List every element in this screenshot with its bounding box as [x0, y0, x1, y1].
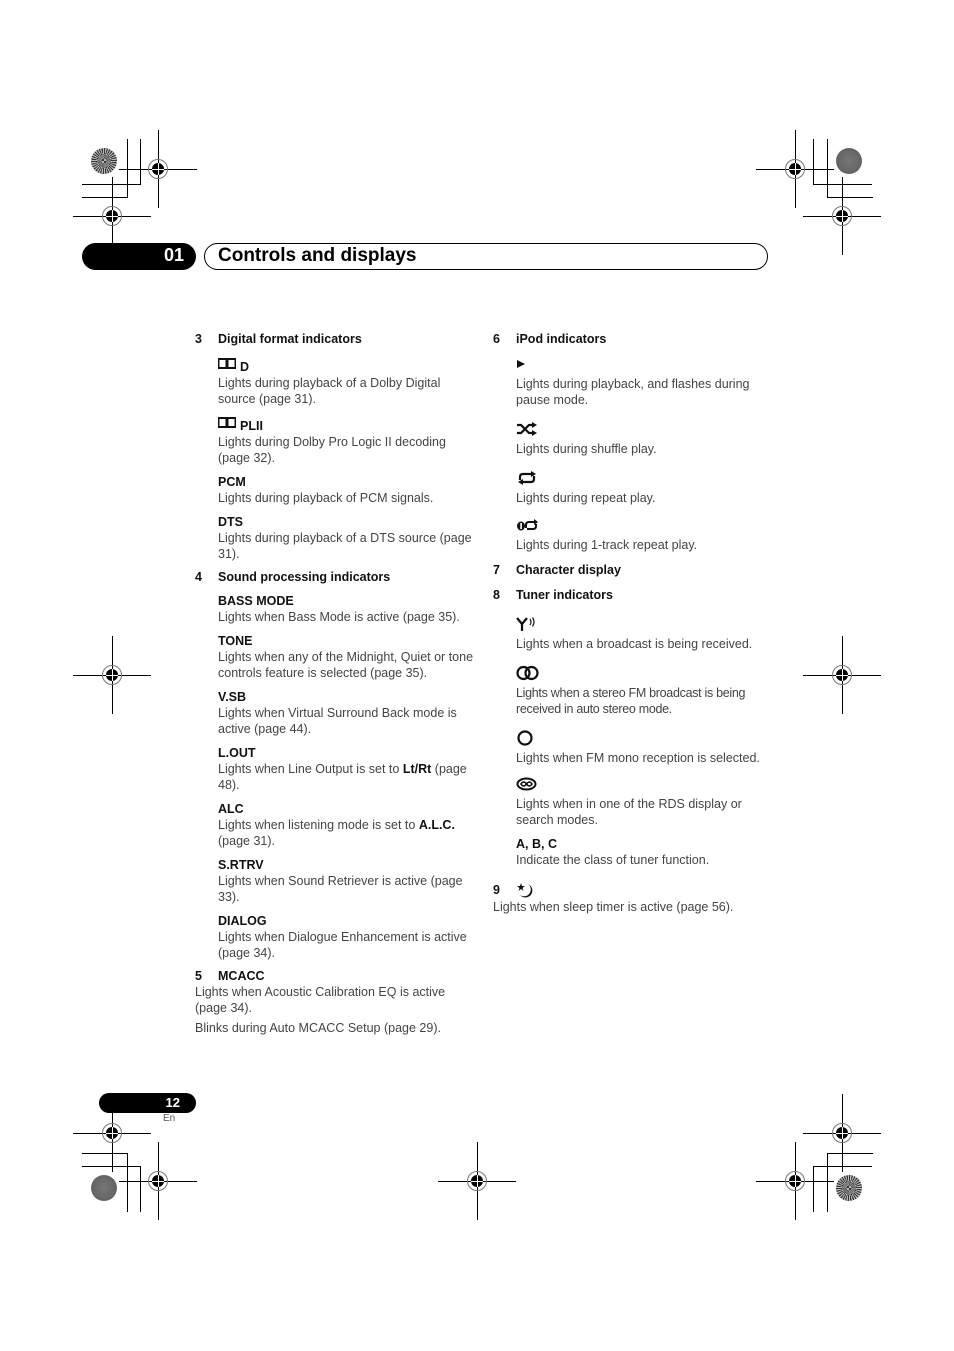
crop-line — [140, 139, 141, 185]
crop-line — [827, 197, 873, 198]
paragraph: Blinks during Auto MCACC Setup (page 29)… — [195, 1021, 441, 1035]
list-item: TONE Lights when any of the Midnight, Qu… — [218, 634, 474, 680]
crop-line — [82, 197, 128, 198]
list-item: DTS Lights during playback of a DTS sour… — [218, 515, 472, 561]
section-heading: 9 — [493, 882, 776, 899]
dolby-double-d-icon — [218, 417, 236, 428]
section-heading: 5 MCACC — [195, 969, 265, 983]
page-number-badge: 12 — [99, 1093, 196, 1113]
right-column: 6 iPod indicators Lights during playback,… — [493, 331, 776, 915]
rds-icon — [516, 777, 537, 791]
crop-line — [82, 1153, 128, 1154]
list-item: Lights during repeat play. — [516, 470, 776, 506]
dolby-double-d-icon — [218, 358, 236, 369]
crop-line — [813, 1166, 814, 1212]
list-item: Lights when FM mono reception is selecte… — [516, 730, 776, 766]
page-number: 12 — [165, 1095, 180, 1110]
list-item: L.OUT Lights when Line Output is set to … — [218, 746, 467, 792]
section-heading: 8 Tuner indicators — [493, 588, 614, 602]
stereo-icon — [516, 665, 539, 681]
crop-line — [127, 1153, 128, 1212]
list-item: Lights when in one of the RDS display or… — [516, 776, 776, 828]
sleep-timer-icon — [517, 883, 533, 898]
crop-line — [827, 1153, 828, 1212]
mono-icon — [517, 730, 533, 746]
list-item: S.RTRV Lights when Sound Retriever is ac… — [218, 858, 463, 904]
color-bar-target-icon — [91, 148, 117, 174]
chapter-title-bar: Controls and displays — [204, 243, 768, 270]
language-label: En — [163, 1113, 176, 1124]
crop-line — [827, 1153, 873, 1154]
play-icon — [517, 360, 525, 368]
paragraph: Lights when Acoustic Calibration EQ is a… — [195, 985, 446, 1015]
crop-line — [813, 184, 872, 185]
list-item: V.SB Lights when Virtual Surround Back m… — [218, 690, 457, 736]
color-bar-target-icon — [91, 1175, 117, 1201]
chapter-badge: 01 — [82, 243, 196, 270]
shuffle-icon — [517, 422, 537, 436]
antenna-signal-icon — [516, 617, 535, 631]
left-column: 3 Digital format indicators D Lights duri… — [195, 331, 478, 1036]
crop-line — [813, 1166, 872, 1167]
list-item: ALC Lights when listening mode is set to… — [218, 802, 455, 848]
color-bar-target-icon — [836, 148, 862, 174]
paragraph: Lights when sleep timer is active (page … — [493, 900, 734, 914]
chapter-title: Controls and displays — [218, 245, 417, 266]
list-item: Lights during playback, and flashes duri… — [516, 356, 776, 408]
list-item: D Lights during playback of a Dolby Digi… — [218, 356, 478, 407]
repeat-one-icon — [517, 519, 538, 531]
section-heading: 4 Sound processing indicators — [195, 570, 391, 584]
section-heading: 7 Character display — [493, 563, 621, 577]
list-item: DIALOG Lights when Dialogue Enhancement … — [218, 914, 467, 960]
repeat-icon — [518, 471, 536, 485]
crop-line — [813, 139, 814, 185]
list-item: Lights when a broadcast is being receive… — [516, 616, 776, 652]
list-item: A, B, C Indicate the class of tuner func… — [516, 837, 710, 867]
section-heading: 3 Digital format indicators — [195, 332, 362, 346]
color-bar-target-icon — [836, 1175, 862, 1201]
chapter-number: 01 — [163, 245, 184, 265]
list-item: BASS MODE Lights when Bass Mode is activ… — [218, 594, 460, 624]
section-heading: 6 iPod indicators — [493, 332, 607, 346]
list-item: PLII Lights during Dolby Pro Logic II de… — [218, 415, 478, 466]
list-item: Lights during shuffle play. — [516, 421, 776, 457]
list-item: PCM Lights during playback of PCM signal… — [218, 475, 434, 505]
crop-line — [140, 1166, 141, 1212]
list-item: Lights when a stereo FM broadcast is bei… — [516, 665, 776, 717]
list-item: Lights during 1-track repeat play. — [516, 517, 776, 553]
